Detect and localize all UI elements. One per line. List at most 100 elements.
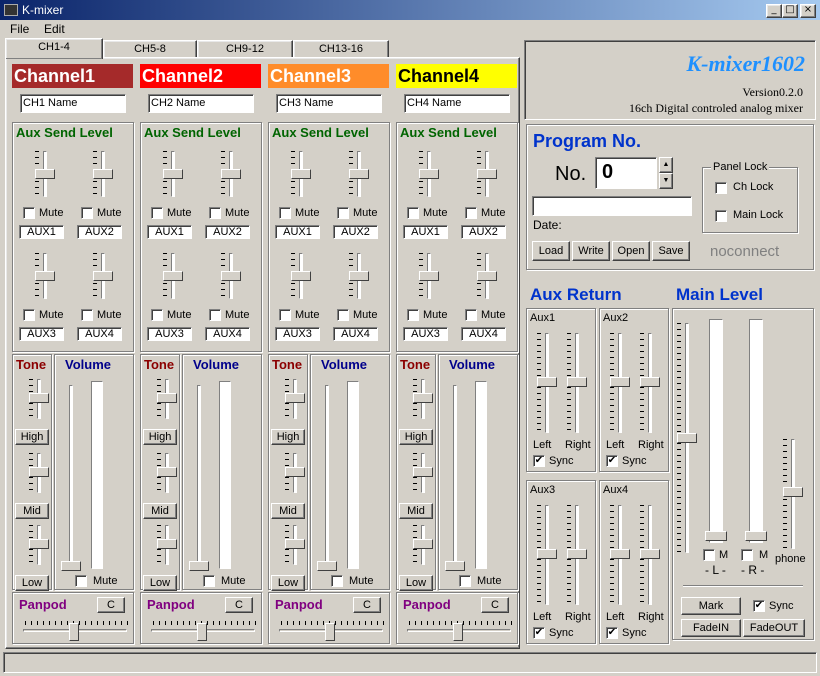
program-up-button[interactable]: ▲	[659, 157, 673, 173]
menu-file[interactable]: File	[10, 22, 29, 36]
channel-mute-checkbox[interactable]	[203, 575, 215, 587]
aux-return-right-slider[interactable]	[640, 549, 660, 559]
aux2-mute-checkbox[interactable]	[465, 207, 477, 219]
pan-center-button[interactable]: C	[225, 597, 253, 613]
tone-high-slider[interactable]	[285, 393, 305, 403]
main-right-mute-checkbox[interactable]	[741, 549, 753, 561]
close-button[interactable]: ×	[800, 4, 816, 18]
tone-low-button[interactable]: Low	[15, 575, 49, 591]
tone-mid-slider[interactable]	[157, 467, 177, 477]
tone-high-button[interactable]: High	[399, 429, 433, 445]
aux2-mute-checkbox[interactable]	[81, 207, 93, 219]
aux-return-right-slider[interactable]	[567, 549, 587, 559]
aux-return-sync-checkbox[interactable]: ✔	[606, 627, 618, 639]
aux1-send-slider[interactable]	[163, 169, 183, 179]
aux4-send-slider[interactable]	[93, 271, 113, 281]
tone-low-button[interactable]: Low	[271, 575, 305, 591]
aux3-send-slider[interactable]	[163, 271, 183, 281]
tone-high-slider[interactable]	[413, 393, 433, 403]
main-left-mute-checkbox[interactable]	[703, 549, 715, 561]
channel-mute-checkbox[interactable]	[331, 575, 343, 587]
phone-slider[interactable]	[783, 487, 803, 497]
aux2-send-slider[interactable]	[221, 169, 241, 179]
volume-fader[interactable]	[317, 561, 337, 571]
volume-fader[interactable]	[445, 561, 465, 571]
aux-return-right-slider[interactable]	[640, 377, 660, 387]
program-number-input[interactable]: 0	[595, 157, 657, 189]
pan-slider[interactable]	[453, 623, 463, 641]
aux-return-left-slider[interactable]	[610, 549, 630, 559]
aux1-send-slider[interactable]	[291, 169, 311, 179]
ch-lock-checkbox[interactable]	[715, 182, 727, 194]
program-name-input[interactable]	[532, 196, 692, 216]
tone-mid-button[interactable]: Mid	[271, 503, 305, 519]
maximize-button[interactable]: □	[782, 4, 798, 18]
channel-mute-checkbox[interactable]	[459, 575, 471, 587]
aux2-send-slider[interactable]	[93, 169, 113, 179]
minimize-button[interactable]: _	[766, 4, 782, 18]
pan-center-button[interactable]: C	[97, 597, 125, 613]
pan-center-button[interactable]: C	[481, 597, 509, 613]
tone-mid-button[interactable]: Mid	[143, 503, 177, 519]
aux1-mute-checkbox[interactable]	[23, 207, 35, 219]
aux3-send-slider[interactable]	[291, 271, 311, 281]
aux1-send-slider[interactable]	[35, 169, 55, 179]
aux2-send-slider[interactable]	[477, 169, 497, 179]
menu-edit[interactable]: Edit	[44, 22, 65, 36]
tone-mid-slider[interactable]	[29, 467, 49, 477]
pan-slider[interactable]	[197, 623, 207, 641]
main-master-slider[interactable]	[677, 433, 697, 443]
tone-low-slider[interactable]	[285, 539, 305, 549]
aux-return-left-slider[interactable]	[537, 549, 557, 559]
channel-name-input[interactable]: CH1 Name	[20, 94, 126, 113]
aux2-send-slider[interactable]	[349, 169, 369, 179]
tab-ch13-16[interactable]: CH13-16	[293, 40, 389, 58]
channel-name-input[interactable]: CH2 Name	[148, 94, 254, 113]
main-sync-checkbox[interactable]: ✔	[753, 600, 765, 612]
tone-low-button[interactable]: Low	[399, 575, 433, 591]
aux-return-sync-checkbox[interactable]: ✔	[533, 455, 545, 467]
volume-fader[interactable]	[61, 561, 81, 571]
save-button[interactable]: Save	[652, 241, 690, 261]
tone-high-button[interactable]: High	[143, 429, 177, 445]
main-left-fader[interactable]	[705, 531, 727, 541]
tab-ch9-12[interactable]: CH9-12	[197, 40, 293, 58]
tone-low-button[interactable]: Low	[143, 575, 177, 591]
channel-name-input[interactable]: CH3 Name	[276, 94, 382, 113]
aux1-mute-checkbox[interactable]	[279, 207, 291, 219]
aux4-mute-checkbox[interactable]	[209, 309, 221, 321]
pan-slider[interactable]	[325, 623, 335, 641]
aux1-mute-checkbox[interactable]	[151, 207, 163, 219]
fadeout-button[interactable]: FadeOUT	[743, 619, 805, 637]
pan-center-button[interactable]: C	[353, 597, 381, 613]
aux4-send-slider[interactable]	[349, 271, 369, 281]
aux3-mute-checkbox[interactable]	[151, 309, 163, 321]
main-right-fader[interactable]	[745, 531, 767, 541]
aux4-send-slider[interactable]	[221, 271, 241, 281]
aux1-send-slider[interactable]	[419, 169, 439, 179]
write-button[interactable]: Write	[572, 241, 610, 261]
aux2-mute-checkbox[interactable]	[337, 207, 349, 219]
aux4-mute-checkbox[interactable]	[465, 309, 477, 321]
tone-mid-button[interactable]: Mid	[15, 503, 49, 519]
aux-return-sync-checkbox[interactable]: ✔	[606, 455, 618, 467]
tone-high-slider[interactable]	[29, 393, 49, 403]
tone-low-slider[interactable]	[157, 539, 177, 549]
aux-return-left-slider[interactable]	[610, 377, 630, 387]
tone-mid-button[interactable]: Mid	[399, 503, 433, 519]
aux3-mute-checkbox[interactable]	[407, 309, 419, 321]
tone-high-slider[interactable]	[157, 393, 177, 403]
channel-name-input[interactable]: CH4 Name	[404, 94, 510, 113]
aux4-mute-checkbox[interactable]	[81, 309, 93, 321]
aux-return-sync-checkbox[interactable]: ✔	[533, 627, 545, 639]
aux3-send-slider[interactable]	[419, 271, 439, 281]
aux3-mute-checkbox[interactable]	[23, 309, 35, 321]
aux3-send-slider[interactable]	[35, 271, 55, 281]
channel-mute-checkbox[interactable]	[75, 575, 87, 587]
aux4-send-slider[interactable]	[477, 271, 497, 281]
mark-button[interactable]: Mark	[681, 597, 741, 615]
aux1-mute-checkbox[interactable]	[407, 207, 419, 219]
tab-ch5-8[interactable]: CH5-8	[103, 40, 197, 58]
pan-slider[interactable]	[69, 623, 79, 641]
aux2-mute-checkbox[interactable]	[209, 207, 221, 219]
